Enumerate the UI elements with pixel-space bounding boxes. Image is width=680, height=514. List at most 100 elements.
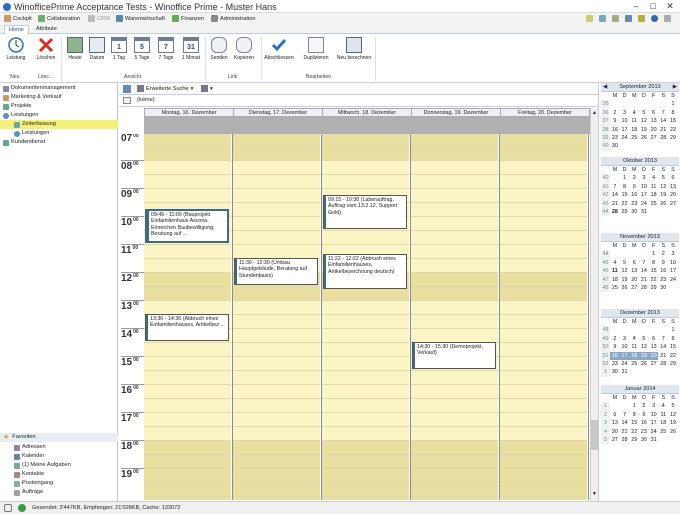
day-cell[interactable]: 25 bbox=[649, 200, 659, 208]
time-slot[interactable] bbox=[411, 230, 498, 244]
time-slot[interactable] bbox=[144, 342, 231, 356]
day-cell[interactable]: 3 bbox=[639, 174, 649, 182]
fav-kontakte[interactable]: Kontakte bbox=[0, 470, 118, 479]
time-slot[interactable] bbox=[500, 286, 587, 300]
time-slot[interactable] bbox=[233, 342, 320, 356]
day-cell[interactable]: 26 bbox=[668, 428, 678, 436]
settings-icon[interactable] bbox=[664, 15, 671, 22]
day-cell[interactable]: 18 bbox=[658, 419, 668, 427]
time-slot[interactable] bbox=[500, 174, 587, 188]
time-slot[interactable] bbox=[411, 300, 498, 314]
day-cell[interactable]: 28 bbox=[620, 436, 630, 444]
day-cell[interactable]: 3 bbox=[668, 250, 678, 258]
appointment[interactable]: 09:45 - 11:00 (Bauprojekt Einfamilienhau… bbox=[145, 209, 229, 243]
day-cell[interactable]: 19 bbox=[639, 351, 649, 361]
appointment[interactable]: 11:30 - 12:30 (Umbau Hauptgebäude, Berat… bbox=[234, 258, 318, 285]
day-cell[interactable]: 12 bbox=[639, 117, 649, 125]
prev-month-icon[interactable]: ◀ bbox=[601, 83, 607, 92]
day-cell[interactable] bbox=[620, 402, 630, 410]
day-cell[interactable]: 22 bbox=[620, 200, 630, 208]
note-icon[interactable] bbox=[586, 15, 593, 22]
time-slot[interactable] bbox=[322, 300, 409, 314]
day-cell[interactable]: 14 bbox=[620, 419, 630, 427]
day-cell[interactable]: 20 bbox=[649, 126, 659, 134]
day-cell[interactable]: 26 bbox=[658, 200, 668, 208]
7-tage-button[interactable]: 7 7 Tage bbox=[153, 37, 179, 61]
time-slot[interactable] bbox=[322, 314, 409, 328]
time-slot[interactable] bbox=[500, 468, 587, 482]
time-slot[interactable] bbox=[233, 356, 320, 370]
time-slot[interactable] bbox=[233, 286, 320, 300]
time-slot[interactable] bbox=[144, 272, 231, 286]
day-cell[interactable]: 9 bbox=[658, 259, 668, 267]
nav-marketing[interactable]: Marketing & Verkauf bbox=[0, 93, 118, 102]
appointment[interactable]: 11:22 - 12:22 (Abbruch eines Einfamilien… bbox=[323, 253, 407, 290]
time-slot[interactable] bbox=[500, 412, 587, 426]
module-crm[interactable]: CRM bbox=[88, 14, 110, 23]
day-cell[interactable]: 10 bbox=[649, 411, 659, 419]
time-slot[interactable] bbox=[144, 482, 231, 496]
nav-leistungen-sub[interactable]: Leistungen bbox=[0, 129, 118, 138]
time-slot[interactable] bbox=[322, 342, 409, 356]
day-cell[interactable] bbox=[629, 250, 639, 258]
day-cell[interactable]: 1 bbox=[668, 100, 678, 108]
day-cell[interactable]: 4 bbox=[649, 174, 659, 182]
day-cell[interactable]: 19 bbox=[658, 191, 668, 199]
day-header[interactable]: Dienstag, 17. Dezember bbox=[233, 108, 323, 117]
day-cell[interactable]: 12 bbox=[668, 411, 678, 419]
time-slot[interactable] bbox=[144, 398, 231, 412]
time-slot[interactable] bbox=[500, 230, 587, 244]
time-slot[interactable] bbox=[411, 398, 498, 412]
day-cell[interactable]: 21 bbox=[639, 276, 649, 284]
day-cell[interactable] bbox=[620, 142, 630, 150]
day-cell[interactable]: 18 bbox=[610, 276, 620, 284]
day-cell[interactable]: 2 bbox=[610, 109, 620, 117]
time-slot[interactable] bbox=[500, 134, 587, 146]
time-slot[interactable] bbox=[411, 426, 498, 440]
next-month-icon[interactable]: ▶ bbox=[673, 83, 679, 92]
day-cell[interactable]: 25 bbox=[610, 284, 620, 292]
day-cell[interactable]: 10 bbox=[620, 117, 630, 125]
time-slot[interactable] bbox=[322, 482, 409, 496]
time-slot[interactable] bbox=[411, 482, 498, 496]
time-slot[interactable] bbox=[500, 216, 587, 230]
kopieren-button[interactable]: Kopieren bbox=[231, 37, 257, 61]
day-cell[interactable]: 11 bbox=[658, 411, 668, 419]
day-cell[interactable]: 12 bbox=[639, 343, 649, 351]
day-cell[interactable] bbox=[639, 142, 649, 150]
time-slot[interactable] bbox=[411, 174, 498, 188]
day-cell[interactable]: 11 bbox=[629, 117, 639, 125]
day-cell[interactable]: 17 bbox=[639, 191, 649, 199]
day-cell[interactable]: 8 bbox=[668, 335, 678, 343]
day-cell[interactable]: 13 bbox=[629, 267, 639, 275]
day-cell[interactable]: 18 bbox=[649, 191, 659, 199]
fav-meine-aufgaben[interactable]: (1) Meine Aufgaben bbox=[0, 461, 118, 470]
module-cockpit[interactable]: Cockpit bbox=[4, 14, 32, 23]
day-column[interactable] bbox=[411, 134, 500, 500]
day-cell[interactable] bbox=[610, 100, 620, 108]
day-cell[interactable]: 10 bbox=[639, 183, 649, 191]
time-slot[interactable] bbox=[500, 370, 587, 384]
day-cell[interactable]: 18 bbox=[629, 351, 640, 361]
day-cell[interactable]: 6 bbox=[629, 259, 639, 267]
time-slot[interactable] bbox=[322, 370, 409, 384]
day-cell[interactable]: 4 bbox=[629, 335, 639, 343]
fav-auftraege[interactable]: Aufträge bbox=[0, 488, 118, 497]
day-cell[interactable]: 9 bbox=[639, 411, 649, 419]
day-column[interactable] bbox=[500, 134, 589, 500]
day-cell[interactable]: 22 bbox=[649, 276, 659, 284]
day-cell[interactable] bbox=[620, 326, 630, 334]
image-icon[interactable] bbox=[599, 15, 606, 22]
time-slot[interactable] bbox=[411, 272, 498, 286]
time-slot[interactable] bbox=[500, 258, 587, 272]
day-cell[interactable]: 16 bbox=[639, 419, 649, 427]
time-slot[interactable] bbox=[144, 440, 231, 454]
time-slot[interactable] bbox=[500, 440, 587, 454]
day-cell[interactable] bbox=[629, 326, 639, 334]
day-cell[interactable] bbox=[658, 100, 668, 108]
day-cell[interactable]: 2 bbox=[610, 335, 620, 343]
senden-button[interactable]: Senden bbox=[206, 37, 232, 61]
day-cell[interactable]: 28 bbox=[658, 360, 668, 368]
day-cell[interactable]: 31 bbox=[639, 208, 649, 216]
day-cell[interactable]: 3 bbox=[620, 335, 630, 343]
